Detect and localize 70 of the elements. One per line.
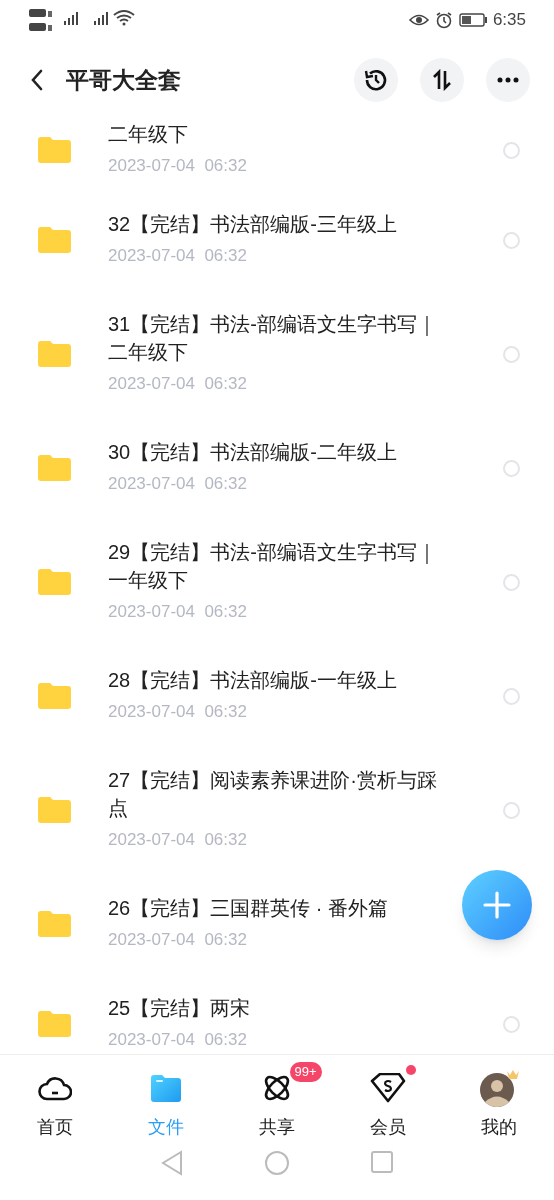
alarm-icon — [434, 11, 453, 29]
sort-button[interactable] — [420, 58, 464, 102]
battery-icon — [458, 13, 487, 27]
modified-date: 2023-07-04 06:32 — [108, 701, 247, 723]
folder-icon — [38, 455, 71, 481]
folder-name: 28【完结】书法部编版-一年级上 — [108, 668, 398, 693]
back-icon — [30, 69, 44, 91]
folder-icon — [38, 341, 71, 367]
folder-name: 26【完结】三国群英传 · 番外篇 — [108, 896, 390, 921]
folder-row[interactable]: 32【完结】书法部编版-三年级上 2023-07-04 06:32 — [0, 190, 554, 290]
select-radio[interactable] — [503, 687, 520, 705]
recents-nav-icon[interactable] — [370, 1150, 394, 1174]
plus-icon — [483, 891, 511, 919]
sort-icon — [431, 69, 453, 91]
modified-date: 2023-07-04 06:32 — [108, 245, 247, 267]
select-radio[interactable] — [503, 1015, 520, 1033]
more-icon — [497, 77, 519, 83]
folder-name: 29【完结】书法-部编语文生字书写｜一年级下 — [108, 540, 438, 593]
eye-icon — [408, 13, 429, 27]
folder-row[interactable]: 31【完结】书法-部编语文生字书写｜二年级下 2023-07-04 06:32 — [0, 290, 554, 418]
folder-name: 30【完结】书法部编版-二年级上 — [108, 440, 398, 465]
folder-icon — [38, 569, 71, 595]
folder-icon — [38, 683, 71, 709]
select-radio[interactable] — [503, 459, 520, 477]
modified-date: 2023-07-04 06:32 — [108, 829, 247, 851]
folder-name: 31【完结】书法-部编语文生字书写｜二年级下 — [108, 312, 438, 365]
folder-name: 二年级下 — [108, 122, 189, 147]
folder-icon — [38, 911, 71, 937]
add-button[interactable] — [462, 870, 532, 940]
folder-name: 25【完结】两宋 — [108, 996, 252, 1021]
folder-icon — [38, 797, 71, 823]
folder-row[interactable]: 28【完结】书法部编版-一年级上 2023-07-04 06:32 — [0, 646, 554, 746]
select-radio[interactable] — [503, 801, 520, 819]
tab-button[interactable]: 会员 — [363, 1069, 412, 1150]
back-nav-icon[interactable] — [160, 1150, 184, 1176]
modified-date: 2023-07-04 06:32 — [108, 155, 247, 177]
diamond-icon — [369, 1073, 406, 1103]
folder-row[interactable]: 30【完结】书法部编版-二年级上 2023-07-04 06:32 — [0, 418, 554, 518]
folder-icon — [38, 1011, 71, 1037]
folder-icon — [151, 1074, 182, 1102]
select-radio[interactable] — [503, 573, 520, 591]
avatar-icon — [478, 1069, 519, 1107]
folder-row[interactable]: 25【完结】两宋 2023-07-04 06:32 — [0, 974, 554, 1054]
history-icon — [363, 67, 389, 93]
clock-time: 6:35 — [492, 9, 526, 32]
tab-button[interactable]: 首页 — [31, 1069, 80, 1150]
modified-date: 2023-07-04 06:32 — [108, 1029, 247, 1051]
folder-row[interactable]: 26【完结】三国群英传 · 番外篇 2023-07-04 06:32 — [0, 874, 554, 974]
modified-date: 2023-07-04 06:32 — [108, 373, 247, 395]
count-badge: 99+ — [289, 1062, 322, 1082]
select-radio[interactable] — [503, 345, 520, 363]
modified-date: 2023-07-04 06:32 — [108, 601, 247, 623]
folder-icon — [38, 137, 71, 163]
select-radio[interactable] — [503, 141, 520, 159]
folder-icon — [38, 227, 71, 253]
folder-row[interactable]: 二年级下 2023-07-04 06:32 — [0, 120, 554, 190]
folder-title: 平哥大全套 — [66, 65, 182, 95]
more-button[interactable] — [486, 58, 530, 102]
modified-date: 2023-07-04 06:32 — [108, 473, 247, 495]
orbit-icon — [262, 1073, 292, 1103]
tab-button[interactable]: 我的 — [472, 1069, 525, 1150]
folder-name: 27【完结】阅读素养课进阶·赏析与踩点 — [108, 768, 438, 821]
history-button[interactable] — [354, 58, 398, 102]
folder-name: 32【完结】书法部编版-三年级上 — [108, 212, 398, 237]
folder-row[interactable]: 29【完结】书法-部编语文生字书写｜一年级下 2023-07-04 06:32 — [0, 518, 554, 646]
select-radio[interactable] — [503, 231, 520, 249]
home-nav-icon[interactable] — [264, 1150, 290, 1176]
folder-row[interactable]: 27【完结】阅读素养课进阶·赏析与踩点 2023-07-04 06:32 — [0, 746, 554, 874]
modified-date: 2023-07-04 06:32 — [108, 929, 247, 951]
cloud-icon — [38, 1075, 73, 1101]
